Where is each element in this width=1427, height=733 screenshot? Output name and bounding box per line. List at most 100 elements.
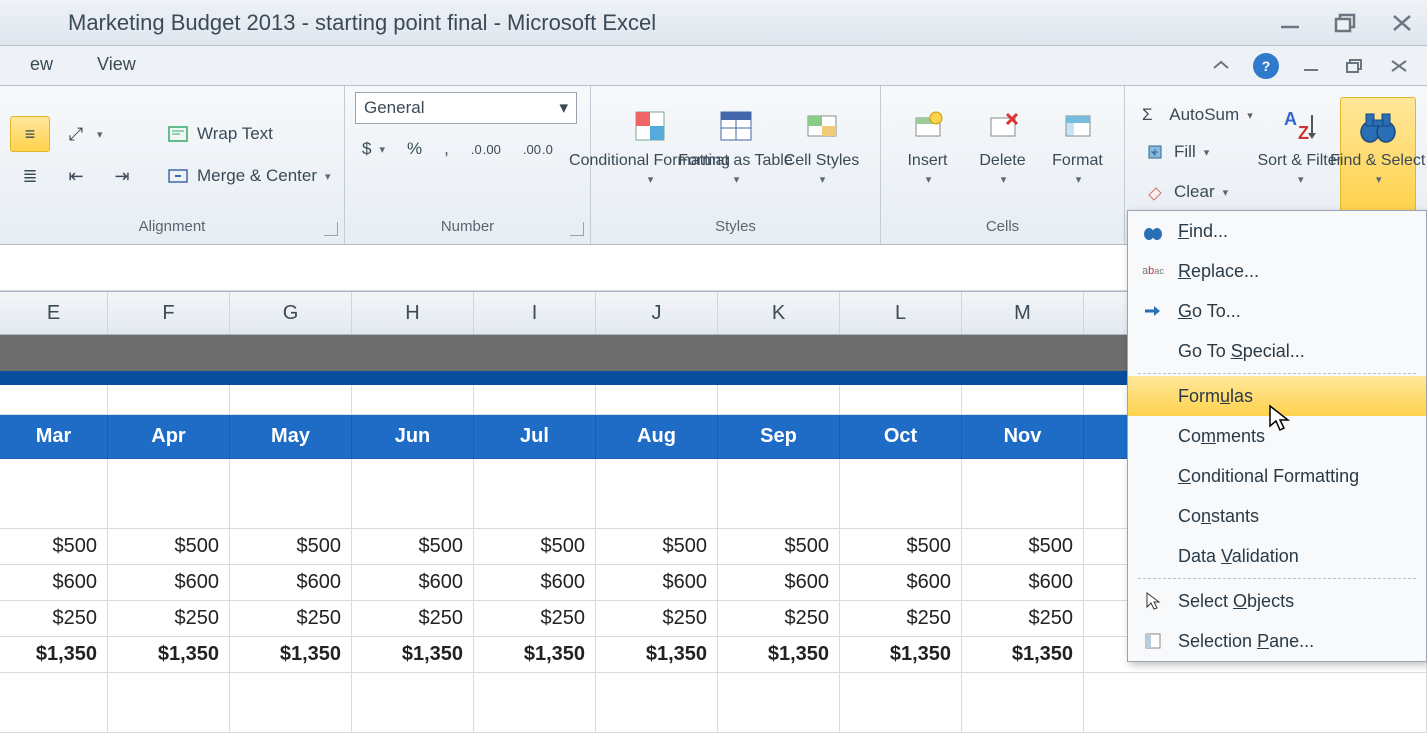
menu-constants[interactable]: Constants [1128,496,1426,536]
cell[interactable]: $600 [230,565,352,601]
workbook-close-button[interactable] [1387,57,1411,75]
month-header[interactable]: Oct [840,415,962,459]
cell[interactable]: $500 [0,529,108,565]
month-header[interactable]: Aug [596,415,718,459]
menu-conditional-formatting[interactable]: Conditional Formatting [1128,456,1426,496]
cell[interactable]: $500 [474,529,596,565]
close-button[interactable] [1387,9,1417,37]
alignment-launcher[interactable] [324,222,338,236]
number-launcher[interactable] [570,222,584,236]
cell[interactable]: $1,350 [230,637,352,673]
cell[interactable]: $500 [596,529,718,565]
cell[interactable]: $1,350 [962,637,1084,673]
menu-find[interactable]: Find... [1128,211,1426,251]
cell[interactable]: $250 [230,601,352,637]
cell[interactable]: $500 [962,529,1084,565]
month-header[interactable]: May [230,415,352,459]
cell[interactable]: $500 [718,529,840,565]
number-format-dropdown[interactable]: General▾ [355,92,577,124]
menu-replace[interactable]: abac Replace... [1128,251,1426,291]
cell[interactable]: $500 [108,529,230,565]
delete-button[interactable]: Delete▾ [966,97,1039,213]
col-header[interactable]: M [962,292,1084,334]
cell[interactable]: $250 [596,601,718,637]
orientation-button[interactable]: ⤢▾ [56,116,110,152]
menu-select-objects[interactable]: Select Objects [1128,581,1426,621]
col-header[interactable]: H [352,292,474,334]
comma-format-button[interactable]: , [437,134,456,164]
percent-format-button[interactable]: % [400,134,429,164]
cell[interactable]: $250 [108,601,230,637]
col-header[interactable]: G [230,292,352,334]
clear-button[interactable]: Clear▾ [1135,174,1260,210]
col-header[interactable]: K [718,292,840,334]
cell[interactable]: $1,350 [596,637,718,673]
decrease-decimal-button[interactable]: .00 .0 [516,137,560,162]
cell[interactable]: $1,350 [352,637,474,673]
menu-selection-pane[interactable]: Selection Pane... [1128,621,1426,661]
cell[interactable]: $1,350 [474,637,596,673]
tab-ew[interactable]: ew [8,46,75,85]
col-header[interactable]: E [0,292,108,334]
cell[interactable]: $600 [352,565,474,601]
increase-decimal-button[interactable]: .0 .00 [464,137,508,162]
cell[interactable]: $500 [840,529,962,565]
cell[interactable]: $600 [596,565,718,601]
format-as-table-button[interactable]: Format as Table▾ [694,97,778,213]
workbook-restore-button[interactable] [1343,57,1367,75]
col-header[interactable]: I [474,292,596,334]
month-header[interactable]: Jul [474,415,596,459]
cell[interactable]: $600 [0,565,108,601]
format-button[interactable]: Format▾ [1041,97,1114,213]
menu-comments[interactable]: Comments [1128,416,1426,456]
cell[interactable]: $250 [840,601,962,637]
month-header[interactable]: Nov [962,415,1084,459]
menu-formulas[interactable]: Formulas [1128,376,1426,416]
cell[interactable]: $600 [108,565,230,601]
cell[interactable]: $250 [0,601,108,637]
cell[interactable]: $600 [962,565,1084,601]
menu-goto[interactable]: Go To... [1128,291,1426,331]
help-icon[interactable]: ? [1253,53,1279,79]
month-header[interactable]: Apr [108,415,230,459]
cell[interactable]: $1,350 [840,637,962,673]
col-header[interactable]: F [108,292,230,334]
cell[interactable]: $250 [474,601,596,637]
cell[interactable]: $1,350 [0,637,108,673]
fill-button[interactable]: Fill▾ [1135,134,1260,170]
restore-button[interactable] [1331,9,1361,37]
cell[interactable]: $1,350 [108,637,230,673]
collapse-ribbon-icon[interactable] [1209,57,1233,75]
month-header[interactable]: Jun [352,415,474,459]
align-left-button[interactable]: ≣ [10,158,50,194]
cell[interactable]: $250 [962,601,1084,637]
decrease-indent-button[interactable]: ⇤ [56,158,96,194]
workbook-minimize-button[interactable] [1299,57,1323,75]
find-select-button[interactable]: Find & Select▾ [1340,97,1416,213]
cell[interactable]: $500 [230,529,352,565]
cell-styles-button[interactable]: Cell Styles▾ [780,97,864,213]
cell[interactable]: $250 [352,601,474,637]
col-header[interactable]: L [840,292,962,334]
insert-button[interactable]: Insert▾ [891,97,964,213]
col-header[interactable]: J [596,292,718,334]
cell[interactable]: $600 [718,565,840,601]
minimize-button[interactable] [1275,9,1305,37]
autosum-button[interactable]: Σ AutoSum▾ [1135,100,1260,130]
cell[interactable]: $1,350 [718,637,840,673]
accounting-format-button[interactable]: $▾ [355,134,392,164]
month-header[interactable]: Mar [0,415,108,459]
wrap-text-button[interactable]: Wrap Text [158,116,338,152]
cell[interactable]: $500 [352,529,474,565]
month-header[interactable]: Sep [718,415,840,459]
increase-indent-button[interactable]: ⇥ [102,158,142,194]
sort-filter-button[interactable]: AZ Sort & Filter▾ [1266,97,1334,213]
merge-center-button[interactable]: Merge & Center▾ [158,158,338,194]
cell[interactable]: $250 [718,601,840,637]
align-middle-button[interactable]: ≡ [10,116,50,152]
menu-goto-special[interactable]: Go To Special... [1128,331,1426,371]
cell[interactable]: $600 [474,565,596,601]
tab-view[interactable]: View [75,46,158,85]
menu-data-validation[interactable]: Data Validation [1128,536,1426,576]
cell[interactable]: $600 [840,565,962,601]
